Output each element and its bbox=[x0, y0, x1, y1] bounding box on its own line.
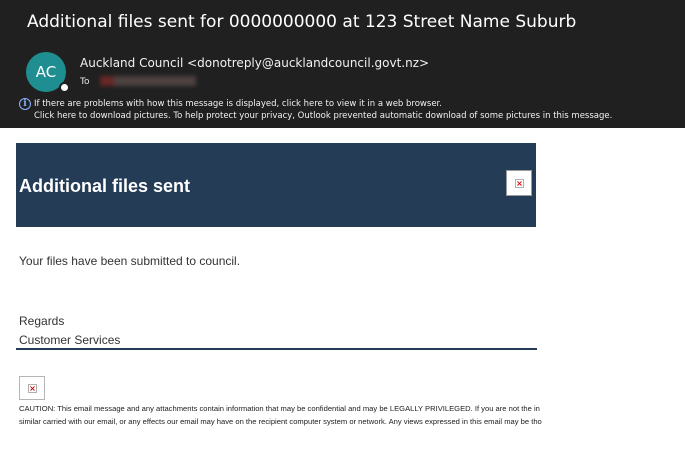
caution-line-2: similar carried with our email, or any e… bbox=[19, 417, 542, 426]
message-header: Additional files sent for 0000000000 at … bbox=[0, 0, 685, 128]
body-message: Your files have been submitted to counci… bbox=[19, 254, 241, 268]
signature-divider bbox=[16, 348, 537, 350]
presence-icon bbox=[59, 82, 70, 93]
broken-image-icon: × bbox=[515, 179, 524, 188]
recipient-redacted bbox=[100, 76, 196, 86]
broken-image-icon: × bbox=[28, 384, 37, 393]
caution-disclaimer: CAUTION: This email message and any atta… bbox=[19, 402, 685, 428]
download-pictures-link[interactable]: Click here to download pictures. To help… bbox=[34, 111, 612, 121]
regards-text: Regards bbox=[19, 314, 65, 328]
view-in-browser-link[interactable]: If there are problems with how this mess… bbox=[34, 99, 442, 109]
banner-title: Additional files sent bbox=[19, 176, 191, 196]
signature-text: Customer Services bbox=[19, 333, 121, 347]
banner-image-placeholder[interactable]: × bbox=[506, 170, 532, 196]
email-body: Additional files sent × Your files have … bbox=[0, 128, 685, 473]
sender-address[interactable]: Auckland Council <donotreply@aucklandcou… bbox=[80, 56, 429, 70]
to-label: To bbox=[80, 77, 90, 87]
email-subject: Additional files sent for 0000000000 at … bbox=[27, 12, 577, 32]
caution-line-1: CAUTION: This email message and any atta… bbox=[19, 404, 540, 413]
info-icon: i bbox=[19, 98, 31, 110]
email-banner: Additional files sent × bbox=[16, 143, 536, 227]
footer-image-placeholder[interactable]: × bbox=[19, 376, 45, 400]
